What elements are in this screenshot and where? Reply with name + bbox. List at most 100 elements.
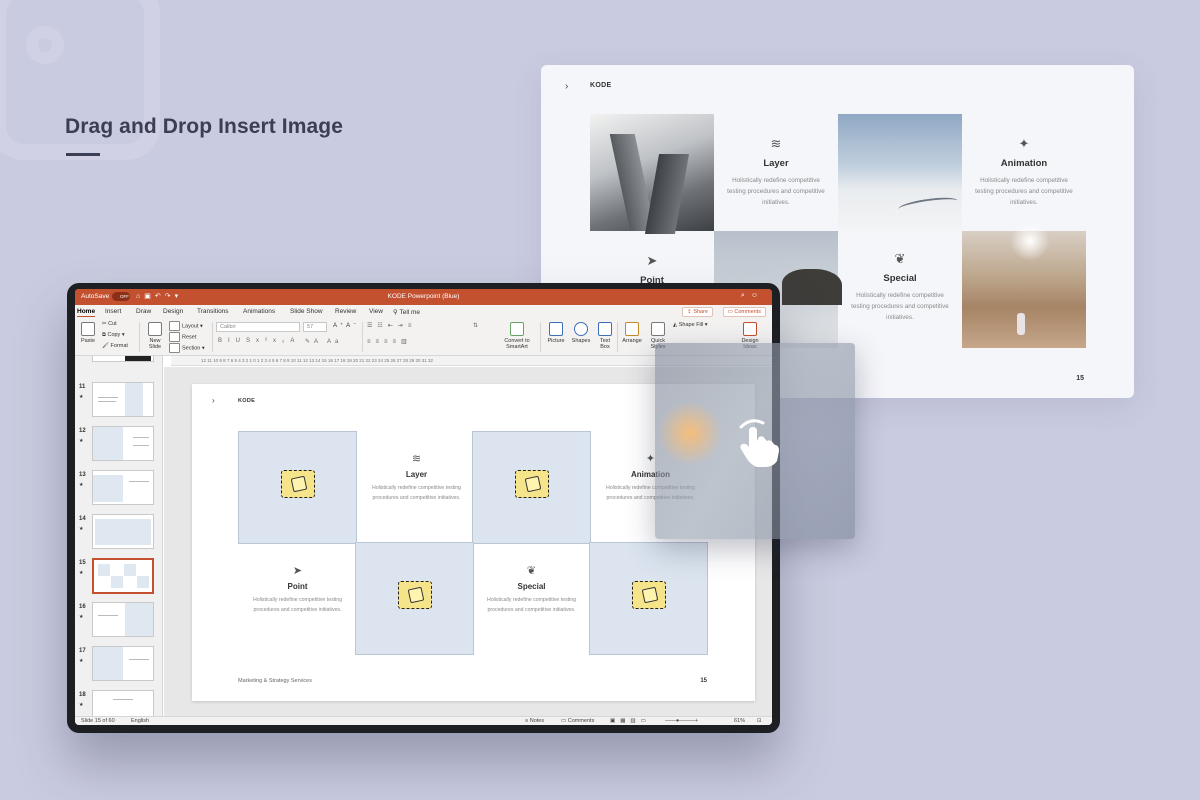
- special-block[interactable]: ❦ Special Holistically redefine competit…: [472, 564, 591, 615]
- notes-button[interactable]: ≡ Notes: [525, 717, 544, 725]
- layout-label: Layout: [182, 323, 199, 330]
- text-box-icon: [598, 322, 612, 336]
- text-box-button[interactable]: Text Box: [596, 322, 614, 350]
- paste-button[interactable]: Paste: [79, 322, 97, 344]
- tab-insert[interactable]: Insert: [105, 308, 121, 315]
- point-block[interactable]: ➤ Point Holistically redefine competitiv…: [238, 564, 357, 615]
- slide-footer[interactable]: Marketing & Strategy Services: [238, 678, 312, 684]
- slide-page-number[interactable]: 15: [700, 678, 707, 684]
- preview-special-desc: Holistically redefine competitive testin…: [851, 292, 949, 321]
- slide-thumbnail[interactable]: [92, 690, 154, 716]
- slide-thumbnail[interactable]: [92, 514, 154, 549]
- divider: [617, 322, 618, 352]
- special-title[interactable]: Special: [472, 582, 591, 591]
- comments-button[interactable]: ▭ Comments: [722, 307, 766, 317]
- insert-image-icon[interactable]: [515, 470, 549, 498]
- tab-slide-show[interactable]: Slide Show: [290, 308, 323, 315]
- text-direction-button[interactable]: ⇅: [473, 322, 478, 329]
- slide-counter: Slide 15 of 60: [81, 718, 115, 724]
- convert-smartart-button[interactable]: Convert to SmartArt: [497, 322, 537, 350]
- shape-fill-button[interactable]: ◭ Shape Fill ▾: [673, 322, 708, 328]
- leaf-icon: ❦: [526, 565, 537, 577]
- font-color-buttons[interactable]: ✎A Aa: [305, 338, 342, 345]
- tab-design[interactable]: Design: [163, 308, 183, 315]
- preview-photo-snow-road: [838, 114, 962, 231]
- fit-to-window-icon[interactable]: ⊡: [757, 717, 762, 725]
- chevron-right-icon: ›: [212, 396, 215, 405]
- leaf-icon: ❦: [894, 251, 906, 266]
- point-desc[interactable]: Holistically redefine competitive testin…: [250, 595, 345, 615]
- new-slide-button[interactable]: New Slide: [145, 322, 165, 350]
- image-placeholder[interactable]: [589, 542, 708, 655]
- copy-button[interactable]: ⧉ Copy ▾: [102, 332, 125, 339]
- image-placeholder[interactable]: [238, 431, 357, 544]
- star-icon: ★: [79, 570, 84, 576]
- share-button[interactable]: ⇪ Share: [682, 307, 713, 317]
- slide-thumbnail[interactable]: [92, 382, 154, 417]
- layer-block[interactable]: ≋ Layer Holistically redefine competitiv…: [357, 452, 476, 503]
- layers-icon: ≋: [770, 136, 782, 151]
- cut-button[interactable]: ✂ Cut: [102, 321, 117, 327]
- font-size-buttons[interactable]: A⁺A⁻: [333, 322, 359, 329]
- layer-title[interactable]: Layer: [357, 470, 476, 479]
- preview-special-title: Special: [883, 273, 917, 284]
- format-painter-button[interactable]: 🖌 Format: [102, 343, 128, 349]
- special-desc[interactable]: Holistically redefine competitive testin…: [484, 595, 579, 615]
- shapes-button[interactable]: Shapes: [570, 322, 592, 344]
- layer-desc[interactable]: Holistically redefine competitive testin…: [369, 483, 464, 503]
- tab-draw[interactable]: Draw: [136, 308, 151, 315]
- star-icon: ★: [79, 614, 84, 620]
- slide-thumbnail[interactable]: [92, 426, 154, 461]
- section-label: Section: [182, 345, 201, 352]
- insert-image-icon[interactable]: [398, 581, 432, 609]
- font-size-field[interactable]: 57: [303, 322, 327, 332]
- preview-animation-title: Animation: [1000, 158, 1048, 169]
- picture-button[interactable]: Picture: [545, 322, 567, 344]
- slide-number: 15: [79, 560, 86, 566]
- view-buttons[interactable]: ▣▦▥▭: [610, 717, 651, 725]
- layout-button[interactable]: Layout ▾: [169, 321, 203, 331]
- slide-thumbnail[interactable]: [92, 646, 154, 681]
- list-buttons[interactable]: ☰☷⇤⇥≡: [367, 322, 416, 329]
- dragged-image[interactable]: [655, 343, 855, 539]
- magic-wand-icon: ✦: [1018, 136, 1030, 151]
- reset-button[interactable]: Reset: [169, 332, 196, 342]
- preview-animation-block: ✦ Animation Holistically redefine compet…: [962, 114, 1086, 231]
- divider: [212, 322, 213, 352]
- image-placeholder[interactable]: [355, 542, 474, 655]
- slide-thumbnail[interactable]: [92, 602, 154, 637]
- zoom-level[interactable]: 61%: [734, 717, 745, 725]
- font-name-field[interactable]: Calibri: [216, 322, 300, 332]
- tab-transitions[interactable]: Transitions: [197, 308, 229, 315]
- slide-number: 14: [79, 516, 86, 522]
- tab-animations[interactable]: Animations: [243, 308, 275, 315]
- zoom-slider[interactable]: –──●────+: [665, 717, 698, 725]
- divider: [362, 322, 363, 352]
- font-format-buttons[interactable]: BIUSx²x₂A: [218, 338, 300, 344]
- slide-brand[interactable]: KODE: [238, 398, 255, 404]
- tell-me-search[interactable]: ⚲ Tell me: [393, 308, 420, 316]
- slide-thumbnail[interactable]: [92, 470, 154, 505]
- section-icon: [169, 343, 180, 353]
- slide-thumbnail[interactable]: [92, 356, 154, 362]
- arrange-button[interactable]: Arrange: [620, 322, 644, 344]
- search-icon[interactable]: ⌕☺: [741, 292, 764, 300]
- language-indicator[interactable]: English: [131, 717, 149, 725]
- tab-view[interactable]: View: [369, 308, 383, 315]
- section-button[interactable]: Section ▾: [169, 343, 205, 353]
- image-placeholder[interactable]: [472, 431, 591, 544]
- tab-review[interactable]: Review: [335, 308, 356, 315]
- reset-icon: [169, 332, 180, 342]
- slide-thumbnail-panel[interactable]: 11 ★ 12 ★ 13 ★ 14 ★ 15 ★ 16 ★ 17 ★ 18 ★: [75, 356, 163, 716]
- align-buttons[interactable]: ≡≡≡≡▥: [367, 338, 412, 345]
- insert-image-icon[interactable]: [281, 470, 315, 498]
- notes-label: Notes: [529, 718, 545, 724]
- point-title[interactable]: Point: [238, 582, 357, 591]
- tab-home[interactable]: Home: [77, 308, 96, 317]
- paste-label: Paste: [80, 338, 96, 344]
- slide-thumbnail-selected[interactable]: [92, 558, 154, 594]
- new-slide-icon: [148, 322, 162, 336]
- comments-status-button[interactable]: ▭ Comments: [561, 717, 594, 725]
- slide-number: 11: [79, 384, 86, 390]
- insert-image-icon[interactable]: [632, 581, 666, 609]
